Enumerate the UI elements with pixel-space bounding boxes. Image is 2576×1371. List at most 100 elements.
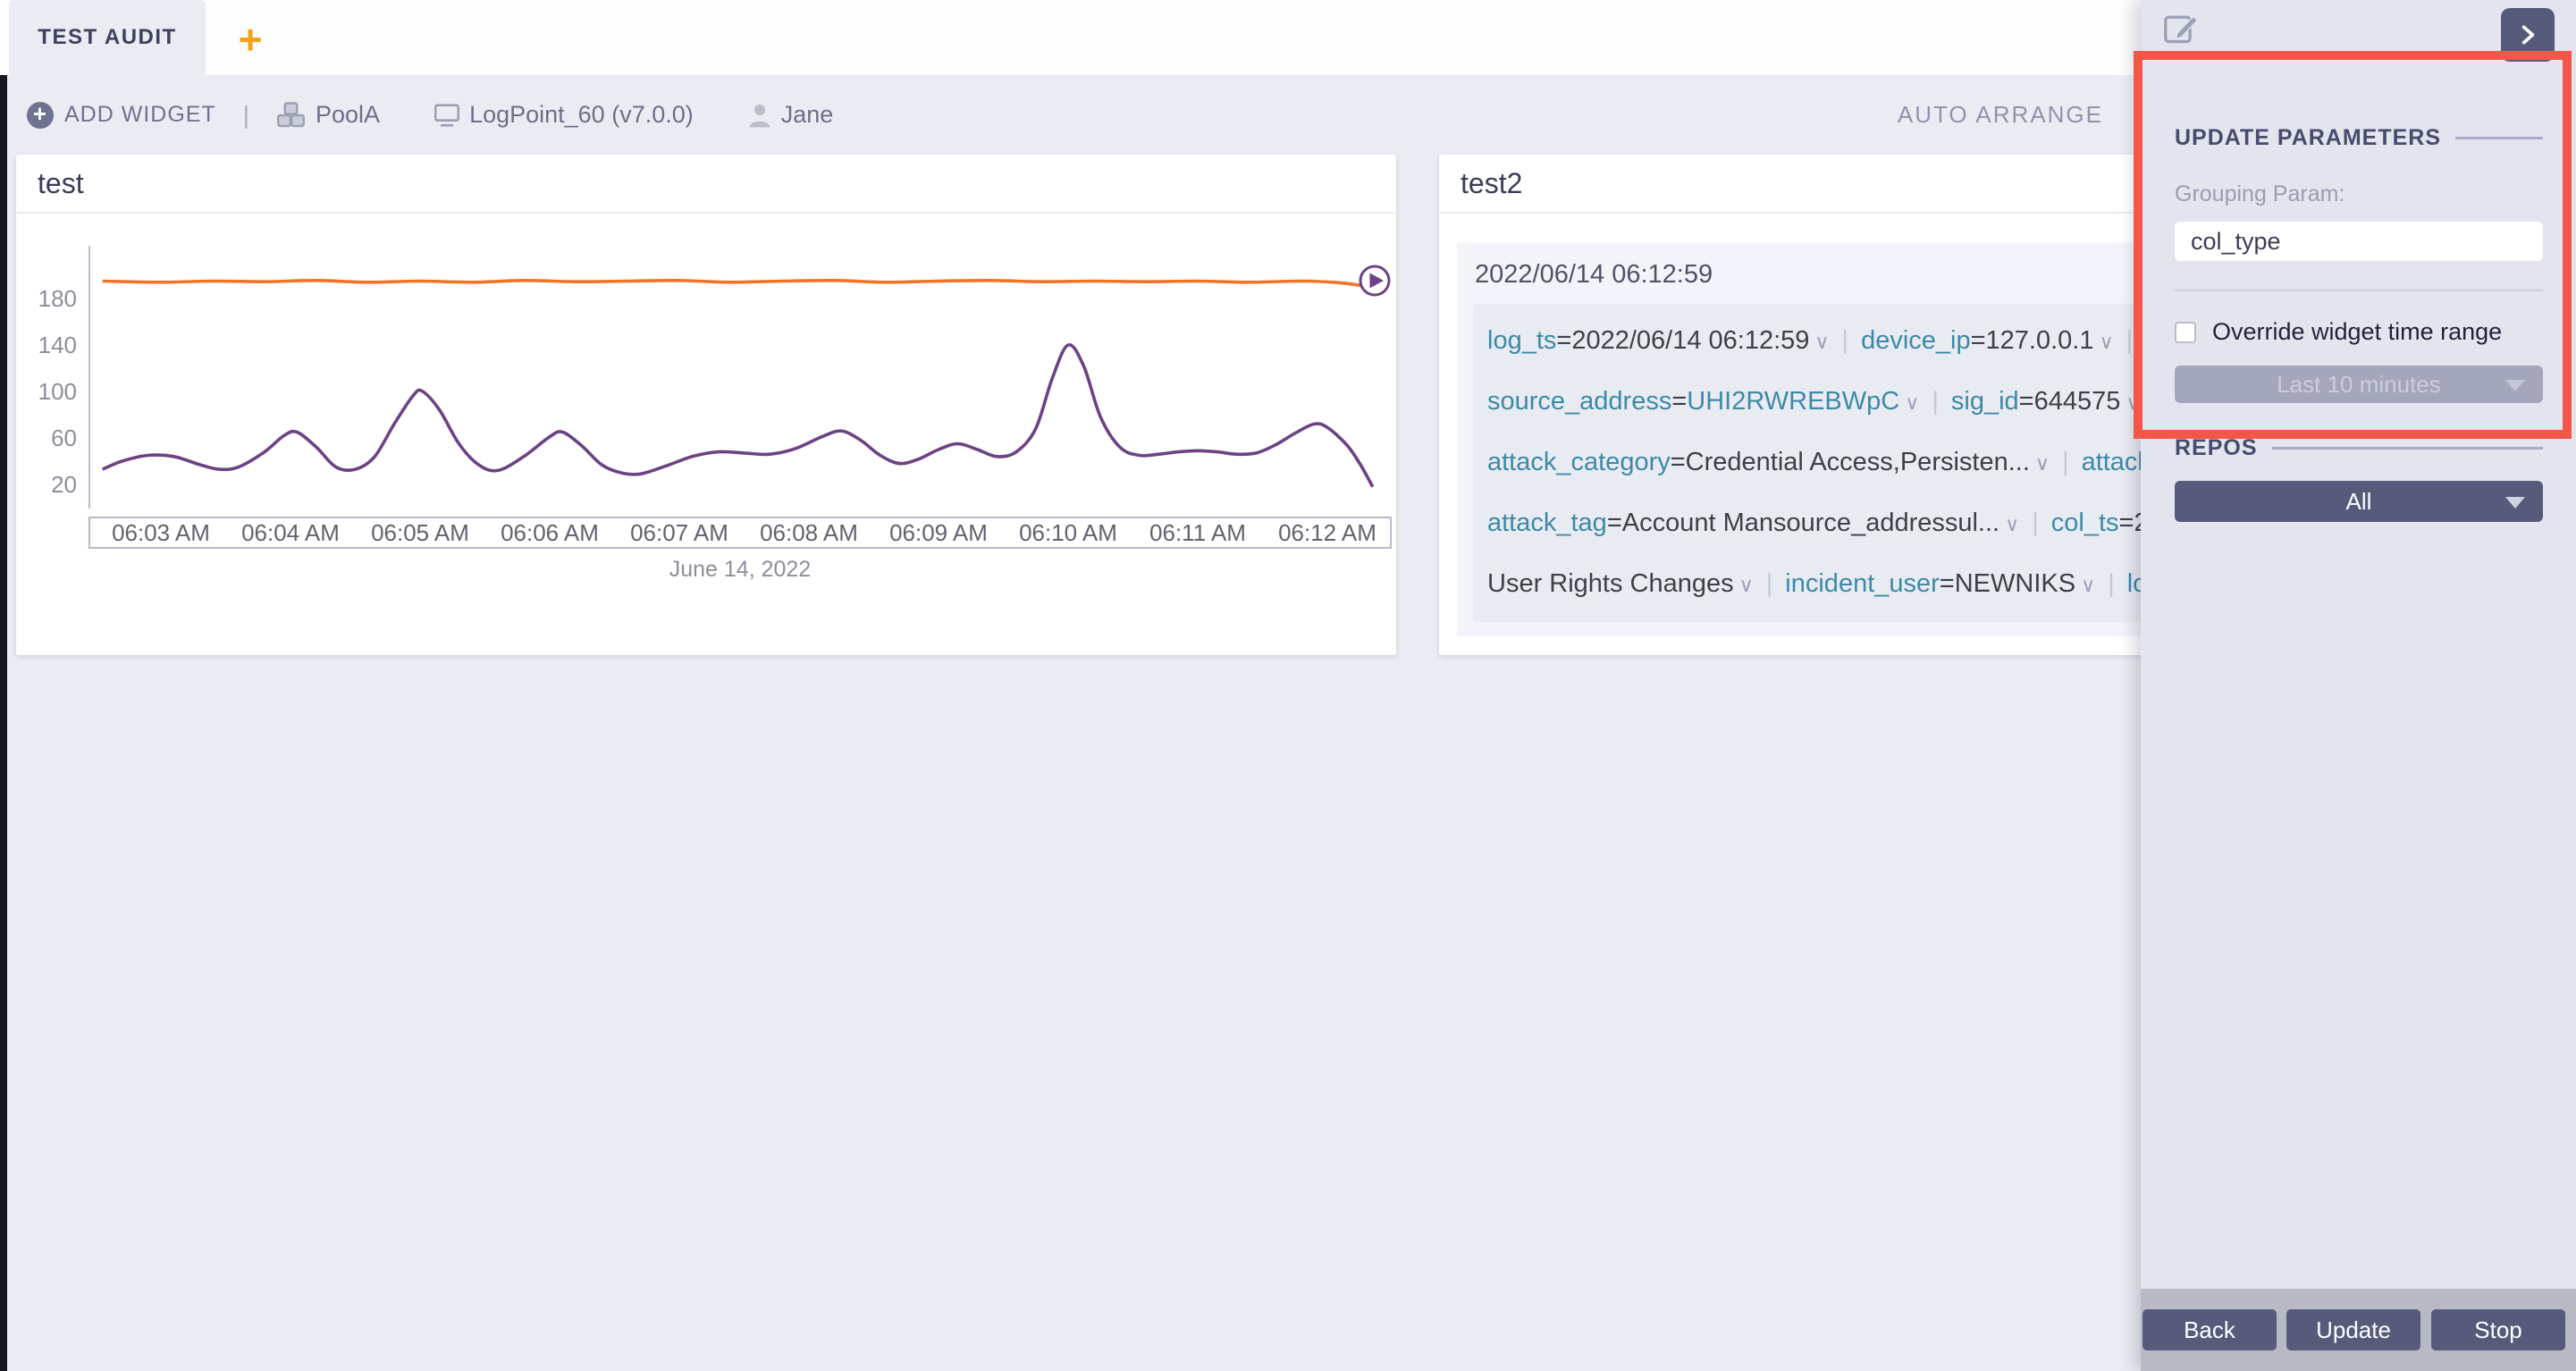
kv-key[interactable]: attack_tag [1487,509,1607,537]
kv-chevron-icon[interactable]: ∨ [2094,331,2114,353]
caret-down-icon [2505,497,2525,509]
dashboard-toolbar: + ADD WIDGET | PoolA LogPoint_60 (v7.0.0… [0,75,2141,155]
tab-test-audit[interactable]: TEST AUDIT [9,0,206,75]
kv-key[interactable]: source_address [1487,387,1671,416]
kv-equals: = [1940,569,1955,598]
update-parameters-title: UPDATE PARAMETERS [2175,125,2441,151]
person-icon [745,101,774,130]
x-tick-label: 06:04 AM [241,519,340,546]
pool-chip: PoolA [276,100,380,130]
kv-chevron-icon[interactable]: ∨ [2120,391,2140,414]
kv-equals: = [1671,387,1687,416]
kv-key[interactable]: attack_category [1487,448,1671,476]
kv-value: NEWNIKS [1955,569,2075,598]
x-tick-label: 06:12 AM [1278,519,1376,546]
kv-value: Account Mansource_addressul... [1622,509,1999,537]
kv-chevron-icon[interactable]: ∨ [1734,574,1754,596]
line-chart[interactable]: 180140100602006:03 AM06:04 AM06:05 AM06:… [16,214,1396,655]
collapse-sidebar-button[interactable] [2501,8,2555,62]
toolbar-separator: | [243,101,249,130]
plus-circle-icon: + [27,102,54,129]
grouping-param-input[interactable] [2175,222,2543,261]
kv-value-link[interactable]: UHI2RWREBWpC [1687,387,1899,416]
y-tick-label: 100 [38,378,77,405]
kv-equals: = [2019,387,2034,416]
x-tick-label: 06:08 AM [760,519,858,546]
section-rule [2272,447,2543,450]
x-tick-label: 06:09 AM [889,519,988,546]
kv-equals: = [1671,448,1686,476]
widget-test-title: test [16,155,1396,214]
widget-test: test 180140100602006:03 AM06:04 AM06:05 … [16,155,1396,655]
kv-chevron-icon[interactable]: ∨ [2075,574,2095,596]
y-tick-label: 60 [51,425,77,451]
tab-bar: TEST AUDIT + [0,0,2141,75]
kv-chevron-icon[interactable]: ∨ [1999,513,2019,535]
grouping-param-label: Grouping Param: [2175,181,2543,207]
kv-value: 2022/06/14 06:12:59 [1571,326,1809,355]
pool-label: PoolA [316,101,380,129]
kv-chevron-icon[interactable]: ∨ [1899,391,1919,414]
add-widget-label: ADD WIDGET [64,102,216,128]
y-tick-label: 20 [51,471,77,498]
caret-down-icon [2505,380,2525,391]
x-tick-label: 06:03 AM [112,519,210,546]
time-range-select: Last 10 minutes [2175,366,2543,403]
stacked-cubes-icon [276,100,308,130]
kv-key[interactable]: col_ts [2051,509,2119,537]
parameters-sidebar: UPDATE PARAMETERS Grouping Param: Overri… [2141,0,2576,1371]
repos-select[interactable]: All [2175,481,2543,522]
time-range-value: Last 10 minutes [2277,371,2441,399]
x-tick-label: 06:11 AM [1149,519,1246,546]
back-button[interactable]: Back [2142,1309,2277,1350]
kv-chevron-icon[interactable]: ∨ [2030,452,2050,475]
kv-value: User Rights Changes [1487,569,1734,598]
user-chip: Jane [745,101,834,130]
sidebar-footer: Back Update Stop [2141,1289,2576,1371]
kv-separator: | [1919,387,1951,416]
kv-value: 644575 [2034,387,2121,416]
kv-value: Credential Access,Persisten... [1686,448,2030,476]
lower-wavy-series [103,345,1373,487]
play-button[interactable] [1360,266,1389,295]
x-tick-label: 06:07 AM [630,519,728,546]
kv-equals: = [2119,509,2134,537]
kv-key[interactable]: incident_user [1785,569,1940,598]
user-label: Jane [781,101,834,129]
x-tick-label: 06:06 AM [501,519,599,546]
repos-value: All [2346,488,2372,516]
left-edge-strip [0,75,7,1371]
repos-title: REPOS [2175,435,2258,461]
kv-equals: = [1556,326,1571,355]
kv-separator: | [2050,448,2082,476]
kv-separator: | [2095,569,2127,598]
x-axis-label: June 14, 2022 [669,557,811,582]
override-time-range-checkbox[interactable] [2175,322,2196,343]
x-tick-label: 06:10 AM [1019,519,1117,546]
stop-button[interactable]: Stop [2431,1309,2565,1350]
y-tick-label: 180 [38,285,77,312]
override-time-range-label: Override widget time range [2212,318,2502,346]
upper-flat-series [103,281,1379,288]
kv-equals: = [1607,509,1622,537]
auto-arrange-button[interactable]: AUTO ARRANGE [1898,75,2103,155]
kv-value: 127.0.0.1 [1986,326,2094,355]
section-rule [2455,137,2543,139]
y-tick-label: 140 [38,332,77,358]
add-widget-button[interactable]: + ADD WIDGET [27,102,216,129]
divider [2175,290,2543,291]
device-label: LogPoint_60 (v7.0.0) [469,101,694,129]
kv-key[interactable]: device_ip [1861,326,1971,355]
kv-chevron-icon[interactable]: ∨ [1809,331,1829,353]
kv-key[interactable]: sig_id [1951,387,2019,416]
monitor-icon [432,101,462,130]
edit-icon[interactable] [2162,11,2201,46]
kv-key[interactable]: log_ts [1487,326,1556,355]
kv-separator: | [2019,509,2051,537]
update-button[interactable]: Update [2286,1309,2420,1350]
update-parameters-section: UPDATE PARAMETERS Grouping Param: Overri… [2175,125,2543,522]
kv-separator: | [1830,326,1862,355]
chevron-right-icon [2516,23,2539,46]
add-tab-button[interactable]: + [231,21,270,61]
device-chip: LogPoint_60 (v7.0.0) [432,101,694,130]
